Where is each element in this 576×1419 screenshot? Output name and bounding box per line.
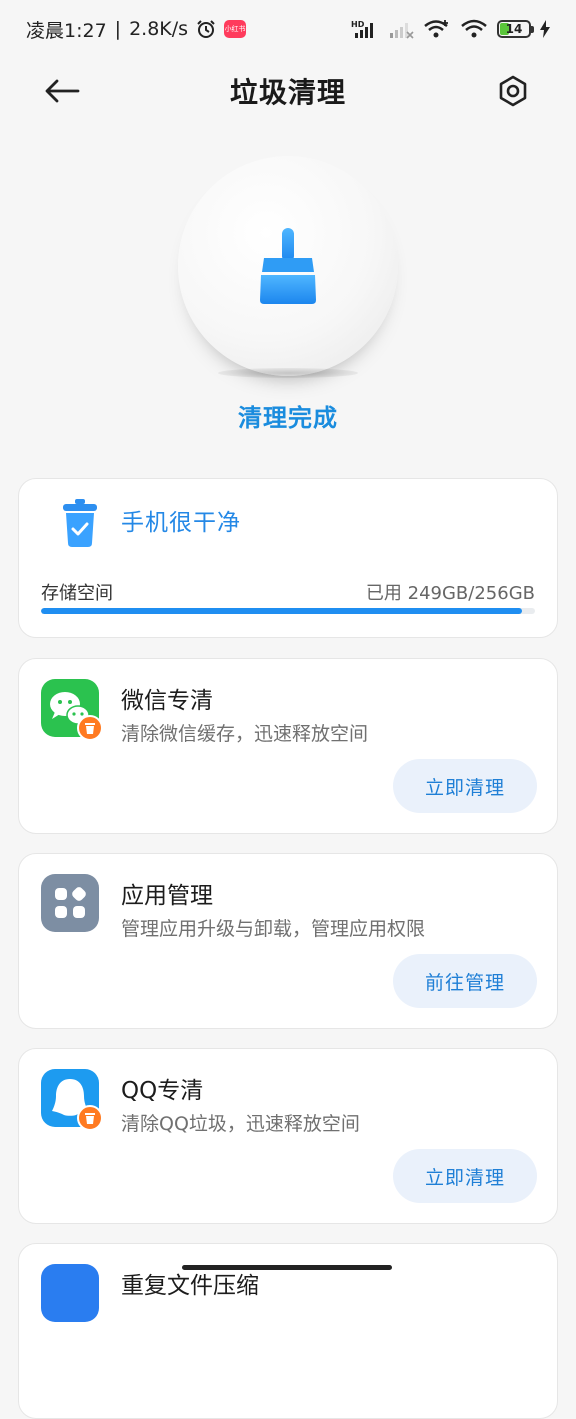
status-bar: 凌晨1:27 | 2.8K/s 小红书 HD 14 (0, 0, 576, 58)
battery-level: 14 (505, 22, 523, 36)
storage-card: 手机很干净 存储空间 已用 249GB/256GB (18, 478, 558, 638)
signal-hd-icon: HD (351, 20, 373, 38)
apps-icon (41, 874, 99, 932)
cleanup-status-text: 清理完成 (238, 404, 338, 432)
xiaohongshu-notification-icon: 小红书 (224, 20, 247, 38)
back-arrow-icon (45, 79, 80, 103)
status-separator: | (114, 18, 122, 40)
cleanup-hero-circle (178, 156, 398, 376)
storage-status: 手机很干净 (121, 510, 241, 536)
alarm-icon (197, 20, 215, 38)
duplicate-files-icon (41, 1264, 99, 1322)
wechat-clean-button[interactable]: 立即清理 (393, 759, 537, 813)
home-indicator[interactable] (182, 1265, 392, 1270)
broom-icon (260, 228, 316, 304)
svg-text:HD: HD (351, 20, 365, 29)
feature-desc: 清除QQ垃圾，迅速释放空间 (121, 1113, 360, 1135)
storage-label: 存储空间 (41, 583, 113, 604)
back-button[interactable] (42, 72, 82, 110)
wifi-icon (461, 19, 487, 38)
app-badge-label: 小红书 (224, 25, 246, 33)
feature-desc: 清除微信缓存，迅速释放空间 (121, 723, 369, 745)
feature-card-app-management: 应用管理 管理应用升级与卸载，管理应用权限 前往管理 (18, 853, 558, 1029)
page-title: 垃圾清理 (229, 76, 346, 109)
signal-weak-icon (390, 23, 414, 39)
feature-desc: 管理应用升级与卸载，管理应用权限 (121, 918, 426, 940)
feature-title: 应用管理 (121, 883, 213, 909)
qq-icon (41, 1069, 103, 1131)
trash-badge-icon (77, 715, 103, 741)
app-grid-icon (55, 887, 86, 918)
feature-title: QQ专清 (121, 1078, 204, 1104)
feature-card-wechat: 微信专清 清除微信缓存，迅速释放空间 立即清理 (18, 658, 558, 834)
network-speed: 2.8K/s (129, 18, 189, 40)
gear-icon (499, 75, 527, 107)
settings-button[interactable] (494, 72, 532, 110)
trash-badge-icon (77, 1105, 103, 1131)
storage-progress-fill (41, 608, 522, 614)
storage-used: 已用 249GB/256GB (365, 583, 535, 604)
status-time: 凌晨1:27 (26, 19, 107, 42)
qq-clean-button[interactable]: 立即清理 (393, 1149, 537, 1203)
feature-title: 重复文件压缩 (121, 1273, 259, 1299)
app-header: 垃圾清理 (0, 58, 576, 124)
feature-title: 微信专清 (121, 688, 213, 714)
feature-card-qq: QQ专清 清除QQ垃圾，迅速释放空间 立即清理 (18, 1048, 558, 1224)
wechat-icon (41, 679, 103, 741)
hero-shadow (218, 368, 358, 378)
app-manage-button[interactable]: 前往管理 (393, 954, 537, 1008)
storage-progress-track (41, 608, 535, 614)
wifi-plus-icon (424, 20, 448, 38)
battery-indicator: 14 (497, 20, 534, 38)
trash-check-icon (63, 499, 97, 547)
charging-icon (540, 20, 550, 38)
